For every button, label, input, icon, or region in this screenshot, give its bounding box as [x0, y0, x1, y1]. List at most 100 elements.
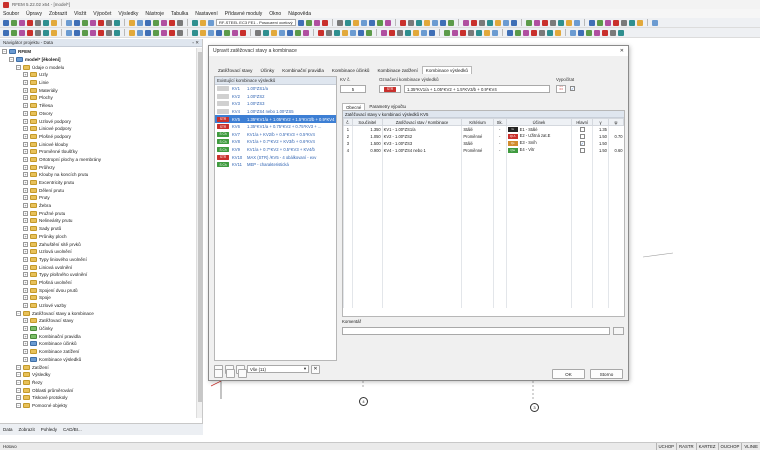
toolbar-tool-icon[interactable] — [596, 19, 603, 26]
toolbar-tool-icon[interactable] — [484, 29, 490, 36]
toolbar-tool-icon[interactable] — [628, 19, 635, 26]
status-toggle-button[interactable]: UCHOP — [655, 442, 677, 450]
toolbar-tool-icon[interactable] — [618, 29, 624, 36]
toolbar-tool-icon[interactable] — [588, 19, 595, 26]
tree-item[interactable]: + Spojení dvou prutů — [0, 286, 196, 294]
toolbar-tool-icon[interactable] — [397, 29, 403, 36]
expand-toggle-icon[interactable]: + — [23, 233, 28, 239]
compute-icon[interactable]: ☷ — [556, 85, 566, 93]
tree-item[interactable]: + Uzlová uvolnění — [0, 248, 196, 256]
toolbar-tool-icon[interactable] — [297, 19, 304, 26]
toolbar-tool-icon[interactable] — [137, 19, 143, 26]
toolbar-tool-icon[interactable] — [494, 19, 501, 26]
menu-item[interactable]: Nástroje — [145, 11, 164, 17]
expand-toggle-icon[interactable]: + — [23, 187, 28, 193]
table-row[interactable]: 1 1.350 KV1 - 1.00*ZS1/a Stálé - G E1 - Stálé 1… — [343, 125, 624, 133]
result-combination-item[interactable]: S Ch KV11 MEP - charakteristická — [215, 161, 336, 169]
toolbar-tool-icon[interactable] — [604, 19, 611, 26]
tree-item[interactable]: + Nelineárity prutu — [0, 217, 196, 225]
tree-item[interactable]: − Oblasti průměrování — [0, 386, 196, 394]
toolbar-tool-icon[interactable] — [405, 29, 411, 36]
toolbar-tool-icon[interactable] — [232, 29, 238, 36]
tree-item[interactable]: − model* [ěkolení] — [0, 56, 196, 64]
save-icon[interactable] — [238, 369, 247, 378]
toolbar-tool-icon[interactable] — [549, 19, 556, 26]
tree-item[interactable]: − RFEM — [0, 48, 196, 56]
expand-toggle-icon[interactable]: − — [16, 402, 21, 408]
tree-item[interactable]: + Kombinace výsledků — [0, 356, 196, 364]
expand-toggle-icon[interactable]: + — [23, 295, 28, 301]
tree-item[interactable]: + Žebra — [0, 202, 196, 210]
tree-item[interactable]: + Pruty — [0, 194, 196, 202]
tree-item[interactable]: + Plošná uvolnění — [0, 279, 196, 287]
toolbar-tool-icon[interactable] — [447, 19, 454, 26]
toolbar-tool-icon[interactable] — [271, 29, 277, 36]
expand-toggle-icon[interactable]: − — [16, 64, 21, 70]
inner-tab[interactable]: Obecné — [342, 103, 366, 110]
expand-toggle-icon[interactable]: − — [9, 57, 14, 63]
column-header[interactable]: ψ — [607, 118, 625, 126]
toolbar-tool-icon[interactable] — [431, 19, 438, 26]
toolbar-tool-icon[interactable] — [51, 29, 57, 36]
toolbar-tool-icon[interactable] — [208, 19, 214, 26]
tree-item[interactable]: + Účinky — [0, 325, 196, 333]
toolbar-tool-icon[interactable] — [11, 29, 17, 36]
tree-item[interactable]: + Ortotropní plochy a membrány — [0, 156, 196, 164]
dialog-tab[interactable]: Kombinační pravidla — [278, 66, 328, 74]
toolbar-tool-icon[interactable] — [313, 19, 320, 26]
tree-item[interactable]: + Liniové podpory — [0, 125, 196, 133]
tree-item[interactable]: + Proměnné tloušťky — [0, 148, 196, 156]
toolbar-tool-icon[interactable] — [523, 29, 529, 36]
expand-toggle-icon[interactable]: + — [23, 126, 28, 132]
toolbar-tool-icon[interactable] — [208, 29, 214, 36]
tree-item[interactable]: + Uzlové vazby — [0, 302, 196, 310]
kv-number-field[interactable]: 5 — [340, 85, 366, 93]
column-header[interactable]: Účinek — [505, 118, 573, 126]
toolbar-tool-icon[interactable] — [507, 29, 513, 36]
toolbar-tool-icon[interactable] — [287, 29, 293, 36]
toolbar-tool-icon[interactable] — [342, 29, 348, 36]
toolbar-tool-icon[interactable] — [35, 19, 41, 26]
result-combination-item[interactable]: KV2 1.00*ZS2 — [215, 93, 336, 101]
result-combination-item[interactable]: KV4 1.00*ZS4 nebo 1.00*ZS5 — [215, 108, 336, 116]
toolbar-tool-icon[interactable] — [43, 29, 49, 36]
combination-name-field[interactable]: 1.35*KV1/a + 1.05*KV2 + 1.5*KV3/b + 0.9*… — [404, 85, 550, 93]
help-icon[interactable] — [214, 369, 223, 378]
expand-toggle-icon[interactable]: + — [23, 110, 28, 116]
column-header[interactable]: Součinitel — [351, 118, 383, 126]
tree-item[interactable]: + Průniky ploch — [0, 233, 196, 241]
expand-toggle-icon[interactable]: + — [23, 249, 28, 255]
menu-item[interactable]: Tabulka — [171, 11, 188, 17]
toolbar-tool-icon[interactable] — [27, 29, 33, 36]
toolbar-tool-icon[interactable] — [295, 29, 301, 36]
toolbar-tool-icon[interactable] — [114, 19, 120, 26]
expand-toggle-icon[interactable]: + — [23, 326, 28, 332]
toolbar-tool-icon[interactable] — [336, 19, 343, 26]
expand-toggle-icon[interactable]: + — [23, 164, 28, 170]
tree-item[interactable]: − Pomocné objekty — [0, 402, 196, 410]
tree-item[interactable]: + Dělení prutu — [0, 186, 196, 194]
toolbar-tool-icon[interactable] — [620, 19, 627, 26]
navigator-scrollbar[interactable] — [196, 48, 202, 418]
expand-toggle-icon[interactable]: + — [23, 333, 28, 339]
expand-toggle-icon[interactable]: − — [16, 387, 21, 393]
toolbar-tool-icon[interactable] — [35, 29, 41, 36]
toolbar-tool-icon[interactable] — [389, 29, 395, 36]
menu-item[interactable]: Nápověda — [288, 11, 311, 17]
expand-toggle-icon[interactable]: + — [23, 303, 28, 309]
toolbar-tool-icon[interactable] — [421, 29, 427, 36]
toolbar-tool-icon[interactable] — [444, 29, 450, 36]
expand-toggle-icon[interactable]: + — [23, 264, 28, 270]
tree-item[interactable]: + Pružné prutu — [0, 209, 196, 217]
toolbar-tool-icon[interactable] — [90, 19, 96, 26]
toolbar-tool-icon[interactable] — [376, 19, 383, 26]
toolbar-tool-icon[interactable] — [19, 29, 25, 36]
expand-toggle-icon[interactable]: − — [16, 364, 21, 370]
tree-item[interactable]: + Liniová uvolnění — [0, 263, 196, 271]
toolbar-tool-icon[interactable] — [90, 29, 96, 36]
expand-toggle-icon[interactable]: + — [23, 156, 28, 162]
expand-toggle-icon[interactable]: + — [23, 80, 28, 86]
tree-item[interactable]: − Výsledky — [0, 371, 196, 379]
tree-item[interactable]: + Materiály — [0, 86, 196, 94]
compute-checkbox[interactable]: ✓ — [570, 86, 575, 91]
